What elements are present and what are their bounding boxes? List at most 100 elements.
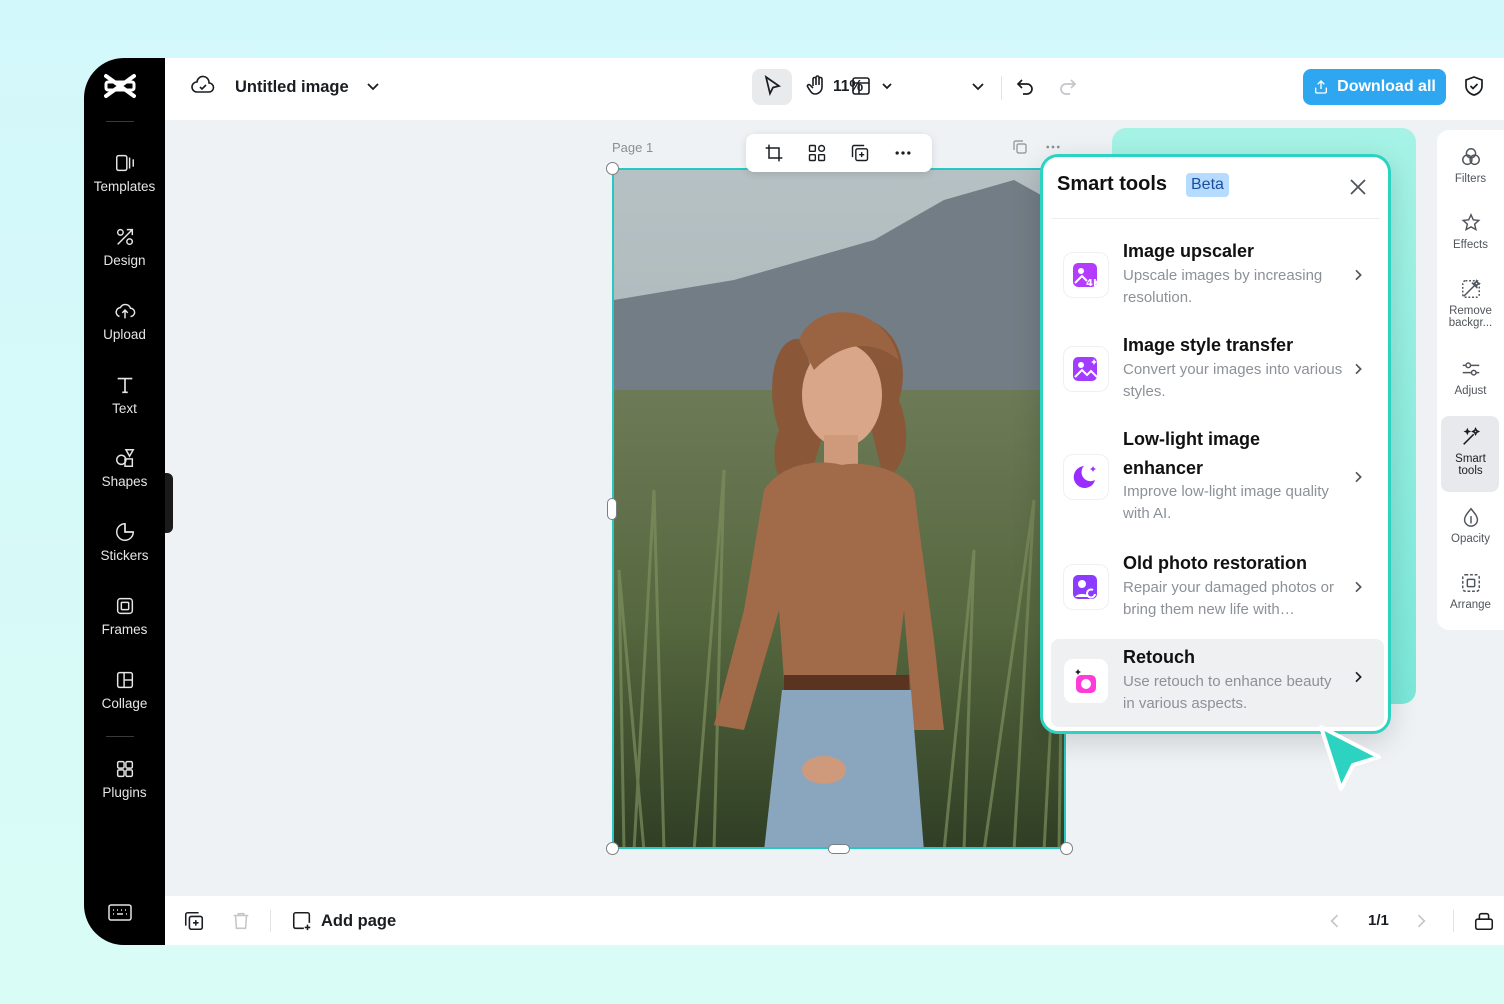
resize-handle-top-left[interactable]: [606, 162, 619, 175]
tool-description: Improve low-light image quality with AI.: [1123, 483, 1329, 522]
zoom-level[interactable]: 11%: [833, 78, 863, 96]
tool-low-light-enhancer[interactable]: Low-light image enhancer Improve low-lig…: [1051, 419, 1384, 535]
portrait-photo: [614, 170, 1064, 847]
crop-icon[interactable]: [764, 143, 784, 163]
opacity-icon: [1463, 507, 1478, 527]
rail-item-remove-background[interactable]: Remove backgr...: [1437, 278, 1504, 329]
resize-handle-bottom-left[interactable]: [606, 842, 619, 855]
sidebar-divider: [106, 736, 134, 737]
smart-select-icon[interactable]: [807, 143, 827, 163]
layout-chevron-down-icon[interactable]: [875, 74, 899, 98]
layers-panel-icon[interactable]: [1473, 910, 1495, 932]
rail-item-label: Adjust: [1454, 385, 1487, 397]
shapes-icon: [115, 449, 135, 467]
close-icon[interactable]: [1346, 175, 1370, 199]
sidebar-item-label: Design: [103, 253, 146, 268]
sidebar-item-label: Plugins: [102, 785, 147, 800]
image-upscaler-icon: 4K: [1073, 263, 1100, 289]
cloud-sync-icon[interactable]: [191, 74, 215, 98]
download-all-label: Download all: [1337, 78, 1436, 95]
bottom-divider: [1453, 910, 1454, 932]
smart-tools-icon: [1462, 427, 1480, 445]
add-page-copy-icon[interactable]: [183, 910, 205, 932]
sidebar-item-plugins[interactable]: Plugins: [84, 758, 165, 822]
document-title[interactable]: Untitled image: [235, 78, 349, 97]
chevron-right-icon: [1355, 671, 1362, 683]
style-transfer-icon: [1073, 357, 1098, 381]
resize-handle-left[interactable]: [607, 498, 617, 520]
chevron-down-icon[interactable]: [361, 74, 385, 98]
sidebar-item-upload[interactable]: Upload: [84, 300, 165, 364]
sidebar-item-text[interactable]: Text: [84, 374, 165, 438]
tool-retouch[interactable]: Retouch Use retouch to enhance beauty in…: [1051, 639, 1384, 727]
capcut-logo[interactable]: [104, 72, 136, 100]
sidebar-item-design[interactable]: Design: [84, 226, 165, 290]
tool-icon-wrapper: 4K: [1063, 252, 1109, 298]
text-icon: [117, 377, 132, 394]
retouch-icon: [1075, 669, 1096, 693]
sidebar-item-stickers[interactable]: Stickers: [84, 521, 165, 585]
sidebar-item-label: Frames: [101, 622, 148, 637]
stickers-icon: [115, 523, 134, 541]
sidebar-item-frames[interactable]: Frames: [84, 595, 165, 659]
left-sidebar: Templates Design Upload Text Shapes Stic…: [84, 58, 165, 945]
rail-item-smart-tools[interactable]: Smart tools: [1437, 426, 1504, 477]
download-all-button[interactable]: Download all: [1303, 69, 1446, 105]
zoom-chevron-down-icon[interactable]: [966, 74, 990, 98]
beta-badge: Beta: [1186, 173, 1229, 197]
rail-item-adjust[interactable]: Adjust: [1437, 358, 1504, 397]
redo-icon[interactable]: [1056, 74, 1080, 98]
resize-handle-bottom[interactable]: [828, 844, 850, 854]
hand-pan-icon[interactable]: [805, 74, 829, 98]
duplicate-page-icon[interactable]: [1011, 138, 1029, 156]
sidebar-item-label: Text: [112, 401, 137, 416]
rail-item-opacity[interactable]: Opacity: [1437, 506, 1504, 545]
prev-page-icon[interactable]: [1325, 911, 1345, 931]
rail-item-filters[interactable]: Filters: [1437, 146, 1504, 185]
page-label: Page 1: [612, 140, 654, 155]
panel-divider: [1051, 218, 1380, 219]
svg-text:4K: 4K: [1086, 278, 1100, 289]
sidebar-item-templates[interactable]: Templates: [84, 152, 165, 216]
page-count: 1/1: [1368, 912, 1389, 929]
undo-icon[interactable]: [1013, 74, 1037, 98]
tool-old-photo-restoration[interactable]: Old photo restoration Repair your damage…: [1051, 543, 1384, 631]
frames-icon: [116, 597, 133, 615]
tool-icon-wrapper: [1063, 454, 1109, 500]
upload-icon: [114, 303, 135, 319]
tool-icon-wrapper: [1063, 658, 1109, 704]
tool-image-upscaler[interactable]: 4K Image upscaler Upscale images by incr…: [1051, 231, 1384, 319]
resize-handle-bottom-right[interactable]: [1060, 842, 1073, 855]
shield-check-icon[interactable]: [1462, 74, 1486, 98]
tool-name: Retouch: [1123, 647, 1195, 667]
effects-icon: [1460, 212, 1481, 232]
canvas-image[interactable]: [612, 168, 1066, 849]
select-pointer-icon[interactable]: [760, 74, 784, 98]
add-page-label: Add page: [321, 911, 397, 930]
trash-icon[interactable]: [230, 910, 252, 932]
tool-image-style-transfer[interactable]: Image style transfer Convert your images…: [1051, 325, 1384, 413]
keyboard-icon[interactable]: [108, 903, 132, 923]
share-upload-icon: [1315, 80, 1328, 94]
tool-icon-wrapper: [1063, 564, 1109, 610]
arrange-icon: [1461, 574, 1480, 592]
sidebar-item-shapes[interactable]: Shapes: [84, 447, 165, 511]
photo-restore-icon: [1073, 575, 1097, 599]
next-page-icon[interactable]: [1411, 911, 1431, 931]
tool-description: Repair your damaged photos or bring them…: [1123, 579, 1334, 618]
sidebar-item-label: Upload: [103, 327, 146, 342]
more-horizontal-icon[interactable]: [893, 143, 913, 163]
plugins-icon: [116, 760, 133, 778]
panel-title: Smart tools: [1057, 173, 1168, 195]
sidebar-item-label: Templates: [93, 179, 156, 194]
chevron-right-icon: [1355, 363, 1362, 375]
rail-item-label: Smart tools: [1455, 453, 1486, 477]
sidebar-collapse-handle[interactable]: [165, 473, 173, 533]
rail-item-arrange[interactable]: Arrange: [1437, 572, 1504, 611]
tool-description: Upscale images by increasing resolution.: [1123, 267, 1323, 306]
sidebar-item-collage[interactable]: Collage: [84, 669, 165, 733]
copy-add-icon[interactable]: [850, 143, 870, 163]
rail-item-label: Arrange: [1450, 599, 1491, 611]
add-page-button[interactable]: Add page: [291, 910, 396, 932]
rail-item-effects[interactable]: Effects: [1437, 212, 1504, 251]
